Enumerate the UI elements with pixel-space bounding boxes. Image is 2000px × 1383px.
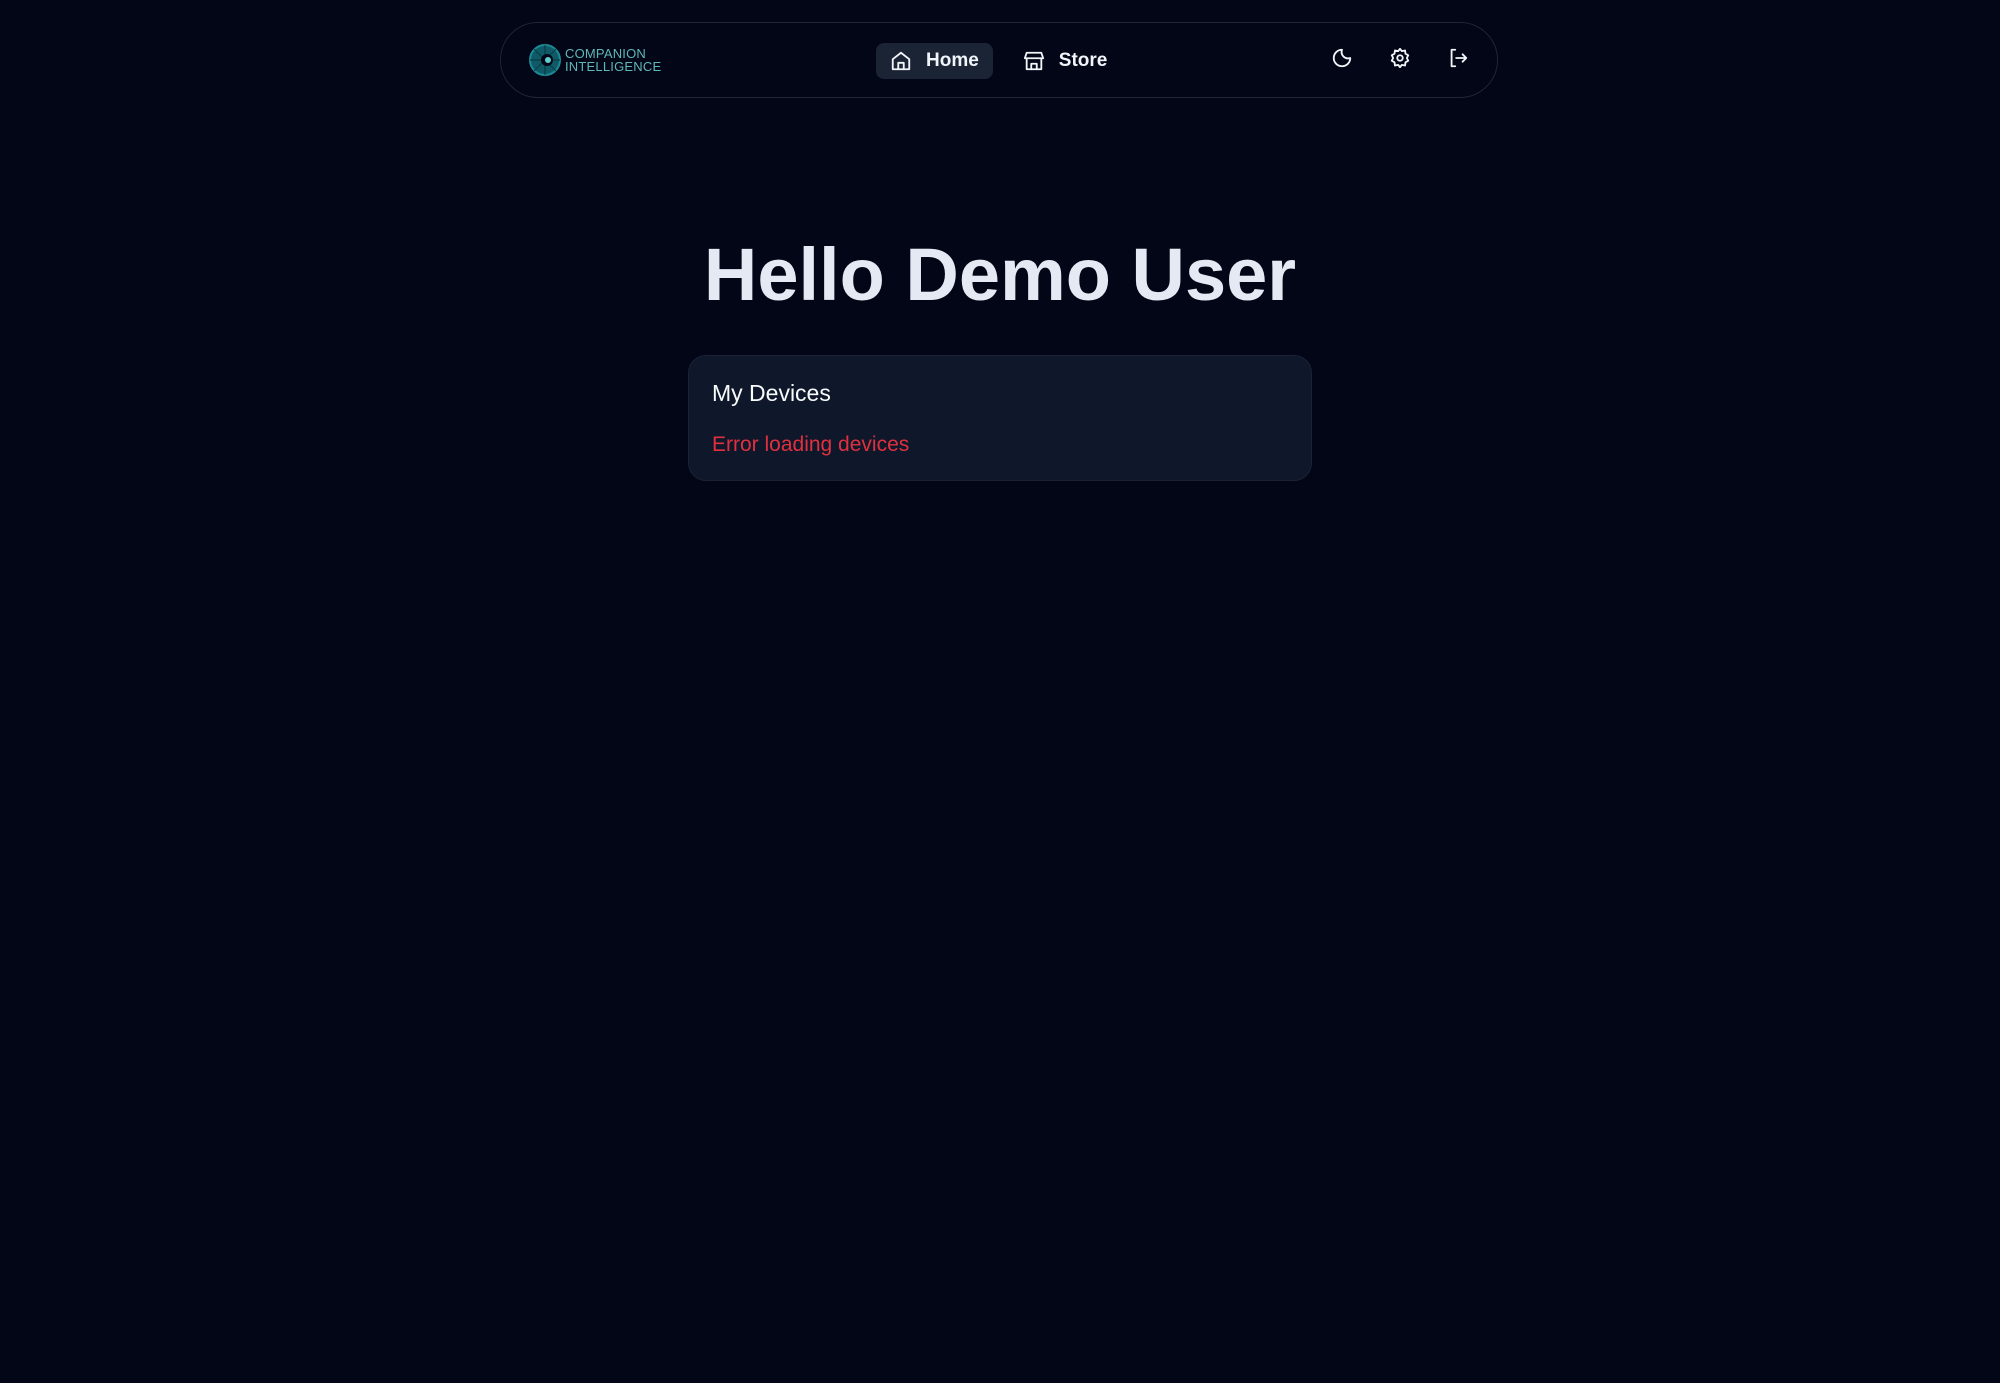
page-greeting: Hello Demo User: [703, 233, 1297, 316]
logo-text-line2: INTELLIGENCE: [565, 59, 662, 74]
nav-home[interactable]: Home: [876, 43, 993, 79]
home-icon: [890, 50, 912, 72]
nav-home-label: Home: [926, 50, 979, 71]
logout-icon[interactable]: [1447, 47, 1469, 69]
logo[interactable]: COMPANION INTELLIGENCE: [529, 44, 661, 76]
gear-icon[interactable]: [1389, 47, 1411, 69]
top-navbar: COMPANION INTELLIGENCE Home Store: [500, 22, 1498, 98]
card-title: My Devices: [712, 380, 831, 406]
moon-icon[interactable]: [1331, 47, 1353, 69]
logo-icon: [529, 44, 561, 76]
my-devices-card: My Devices Error loading devices: [688, 355, 1312, 481]
store-icon: [1023, 50, 1045, 72]
nav-store[interactable]: Store: [1009, 43, 1122, 79]
nav-store-label: Store: [1058, 50, 1108, 71]
error-message: Error loading devices: [712, 433, 910, 456]
